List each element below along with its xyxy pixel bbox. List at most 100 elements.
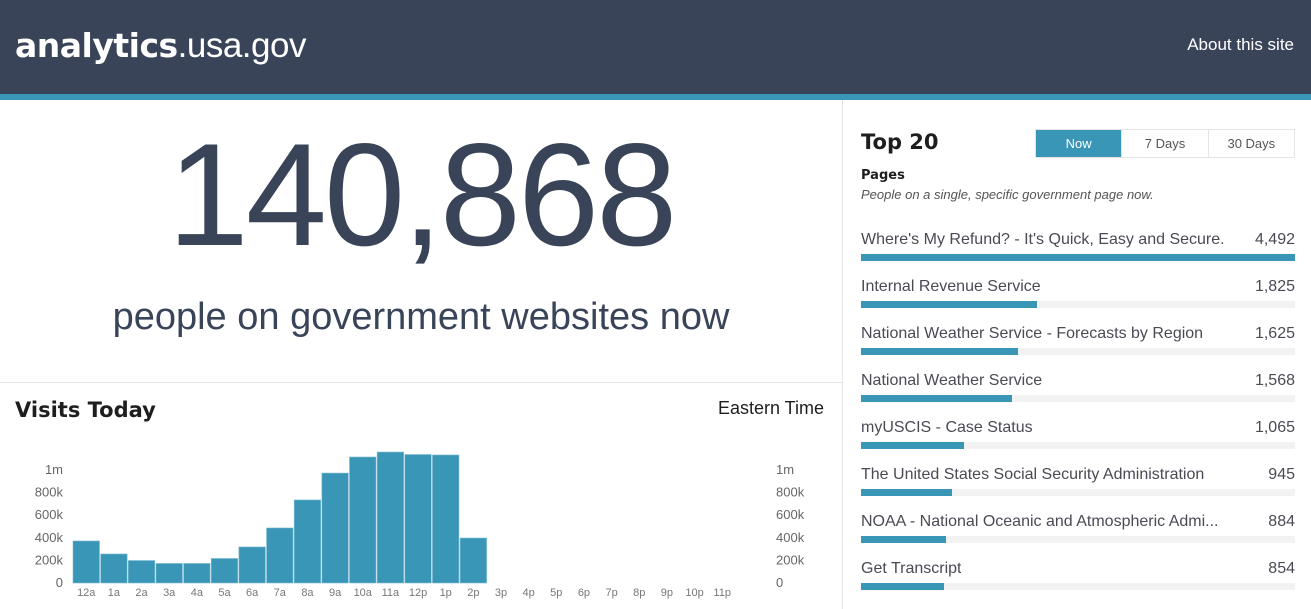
pages-label: Pages — [861, 168, 905, 183]
top-page-row: Where's My Refund? - It's Quick, Easy an… — [861, 230, 1295, 250]
top-page-name[interactable]: Get Transcript — [861, 559, 961, 579]
top-page-bar-fill — [861, 536, 947, 543]
about-link[interactable]: About this site — [1187, 35, 1294, 55]
top-page-bar-fill — [861, 583, 944, 590]
x-tick-label: 4a — [191, 587, 204, 599]
top-page-row: Get Transcript 854 — [861, 559, 1295, 579]
y-tick-left: 0 — [56, 575, 63, 590]
top-page-name[interactable]: Where's My Refund? - It's Quick, Easy an… — [861, 230, 1225, 250]
top-page-row: NOAA - National Oceanic and Atmospheric … — [861, 512, 1295, 532]
y-tick-right: 200k — [776, 552, 805, 567]
top-page-item[interactable]: National Weather Service - Forecasts by … — [861, 324, 1295, 371]
top-page-row: National Weather Service 1,568 — [861, 371, 1295, 391]
top-20-title: Top 20 — [861, 130, 939, 154]
x-tick-label: 3a — [163, 587, 176, 599]
top-page-bar-track — [861, 442, 1295, 449]
bar-4a — [183, 563, 211, 584]
top-page-count: 1,568 — [1254, 372, 1295, 389]
top-page-name[interactable]: National Weather Service - Forecasts by … — [861, 324, 1203, 344]
bar-8a — [293, 499, 322, 584]
realtime-caption: people on government websites now — [112, 296, 730, 338]
top-page-item[interactable]: National Weather Service 1,568 — [861, 371, 1295, 418]
top-page-bar-fill — [861, 348, 1018, 355]
top-pages-list: Where's My Refund? - It's Quick, Easy an… — [861, 230, 1295, 606]
bar-2a — [128, 560, 156, 584]
y-tick-left: 1m — [45, 462, 63, 477]
x-tick-label: 12p — [409, 587, 427, 599]
top-page-bar-track — [861, 583, 1295, 590]
top-page-item[interactable]: Get Transcript 854 — [861, 559, 1295, 606]
top-page-item[interactable]: myUSCIS - Case Status 1,065 — [861, 418, 1295, 465]
y-tick-left: 800k — [35, 485, 64, 500]
top-page-bar-track — [861, 254, 1295, 261]
x-tick-label: 2p — [467, 587, 479, 599]
visits-title: Visits Today — [15, 398, 156, 422]
x-tick-label: 8a — [301, 587, 314, 599]
site-logo[interactable]: analytics.usa.gov — [15, 26, 306, 66]
bar-12a — [72, 540, 100, 584]
x-tick-label: 11p — [713, 587, 731, 599]
tab-7-days[interactable]: 7 Days — [1121, 130, 1208, 157]
bar-7a — [266, 527, 294, 584]
top-page-item[interactable]: Internal Revenue Service 1,825 — [861, 277, 1295, 324]
top-page-item[interactable]: The United States Social Security Admini… — [861, 465, 1295, 512]
tab-now[interactable]: Now — [1036, 130, 1122, 157]
x-tick-label: 5p — [550, 587, 562, 599]
top-page-row: National Weather Service - Forecasts by … — [861, 324, 1295, 344]
top-page-bar-track — [861, 348, 1295, 355]
x-tick-label: 10p — [685, 587, 703, 599]
top-page-count: 4,492 — [1254, 231, 1295, 248]
top-page-name[interactable]: NOAA - National Oceanic and Atmospheric … — [861, 512, 1219, 532]
timezone-label: Eastern Time — [717, 398, 824, 418]
bar-6a — [238, 546, 266, 584]
x-tick-label: 7a — [274, 587, 287, 599]
pages-description: People on a single, specific government … — [861, 187, 1154, 202]
top-page-bar-fill — [861, 442, 964, 449]
top-page-bar-fill — [861, 301, 1038, 308]
top-page-name[interactable]: The United States Social Security Admini… — [861, 465, 1204, 485]
section-divider — [0, 382, 842, 383]
top-page-bar-fill — [861, 254, 1295, 261]
realtime-count: 140,868 — [167, 113, 678, 276]
y-tick-right: 600k — [776, 507, 805, 522]
top-page-count: 1,825 — [1254, 278, 1295, 295]
brand-bold: analytics — [15, 26, 178, 65]
top-page-row: myUSCIS - Case Status 1,065 — [861, 418, 1295, 438]
x-tick-label: 9a — [329, 587, 342, 599]
bar-12p — [404, 454, 432, 584]
bar-2p — [459, 537, 487, 584]
bar-9a — [321, 472, 349, 584]
time-range-tabs: Now 7 Days 30 Days — [1035, 129, 1295, 158]
top-page-name[interactable]: myUSCIS - Case Status — [861, 418, 1033, 438]
y-tick-left: 400k — [35, 530, 64, 545]
top-page-bar-fill — [861, 395, 1013, 402]
top-page-bar-fill — [861, 489, 953, 496]
bar-5a — [210, 558, 239, 584]
brand-light: .usa.gov — [177, 26, 307, 65]
x-tick-label: 6p — [578, 587, 590, 599]
x-tick-label: 7p — [605, 587, 617, 599]
tab-30-days[interactable]: 30 Days — [1207, 130, 1294, 157]
x-tick-label: 3p — [495, 587, 507, 599]
x-tick-label: 8p — [633, 587, 645, 599]
x-tick-label: 10a — [354, 587, 373, 599]
x-tick-label: 4p — [523, 587, 535, 599]
y-tick-left: 200k — [35, 552, 64, 567]
top-page-item[interactable]: Where's My Refund? - It's Quick, Easy an… — [861, 230, 1295, 277]
top-page-bar-track — [861, 489, 1295, 496]
top-page-name[interactable]: National Weather Service — [861, 371, 1042, 391]
top-20-panel: Top 20 Now 7 Days 30 Days Pages People on … — [842, 100, 1311, 609]
site-header: analytics.usa.gov About this site — [0, 0, 1311, 94]
top-page-row: The United States Social Security Admini… — [861, 465, 1295, 485]
top-page-bar-track — [861, 395, 1295, 402]
y-tick-right: 0 — [776, 575, 783, 590]
x-tick-label: 9p — [661, 587, 673, 599]
x-tick-label: 1a — [108, 587, 121, 599]
top-page-item[interactable]: NOAA - National Oceanic and Atmospheric … — [861, 512, 1295, 559]
bar-1a — [100, 553, 128, 584]
y-tick-right: 400k — [776, 530, 805, 545]
x-tick-label: 6a — [246, 587, 259, 599]
x-tick-label: 2a — [135, 587, 148, 599]
x-tick-label: 12a — [77, 587, 96, 599]
top-page-name[interactable]: Internal Revenue Service — [861, 277, 1041, 297]
